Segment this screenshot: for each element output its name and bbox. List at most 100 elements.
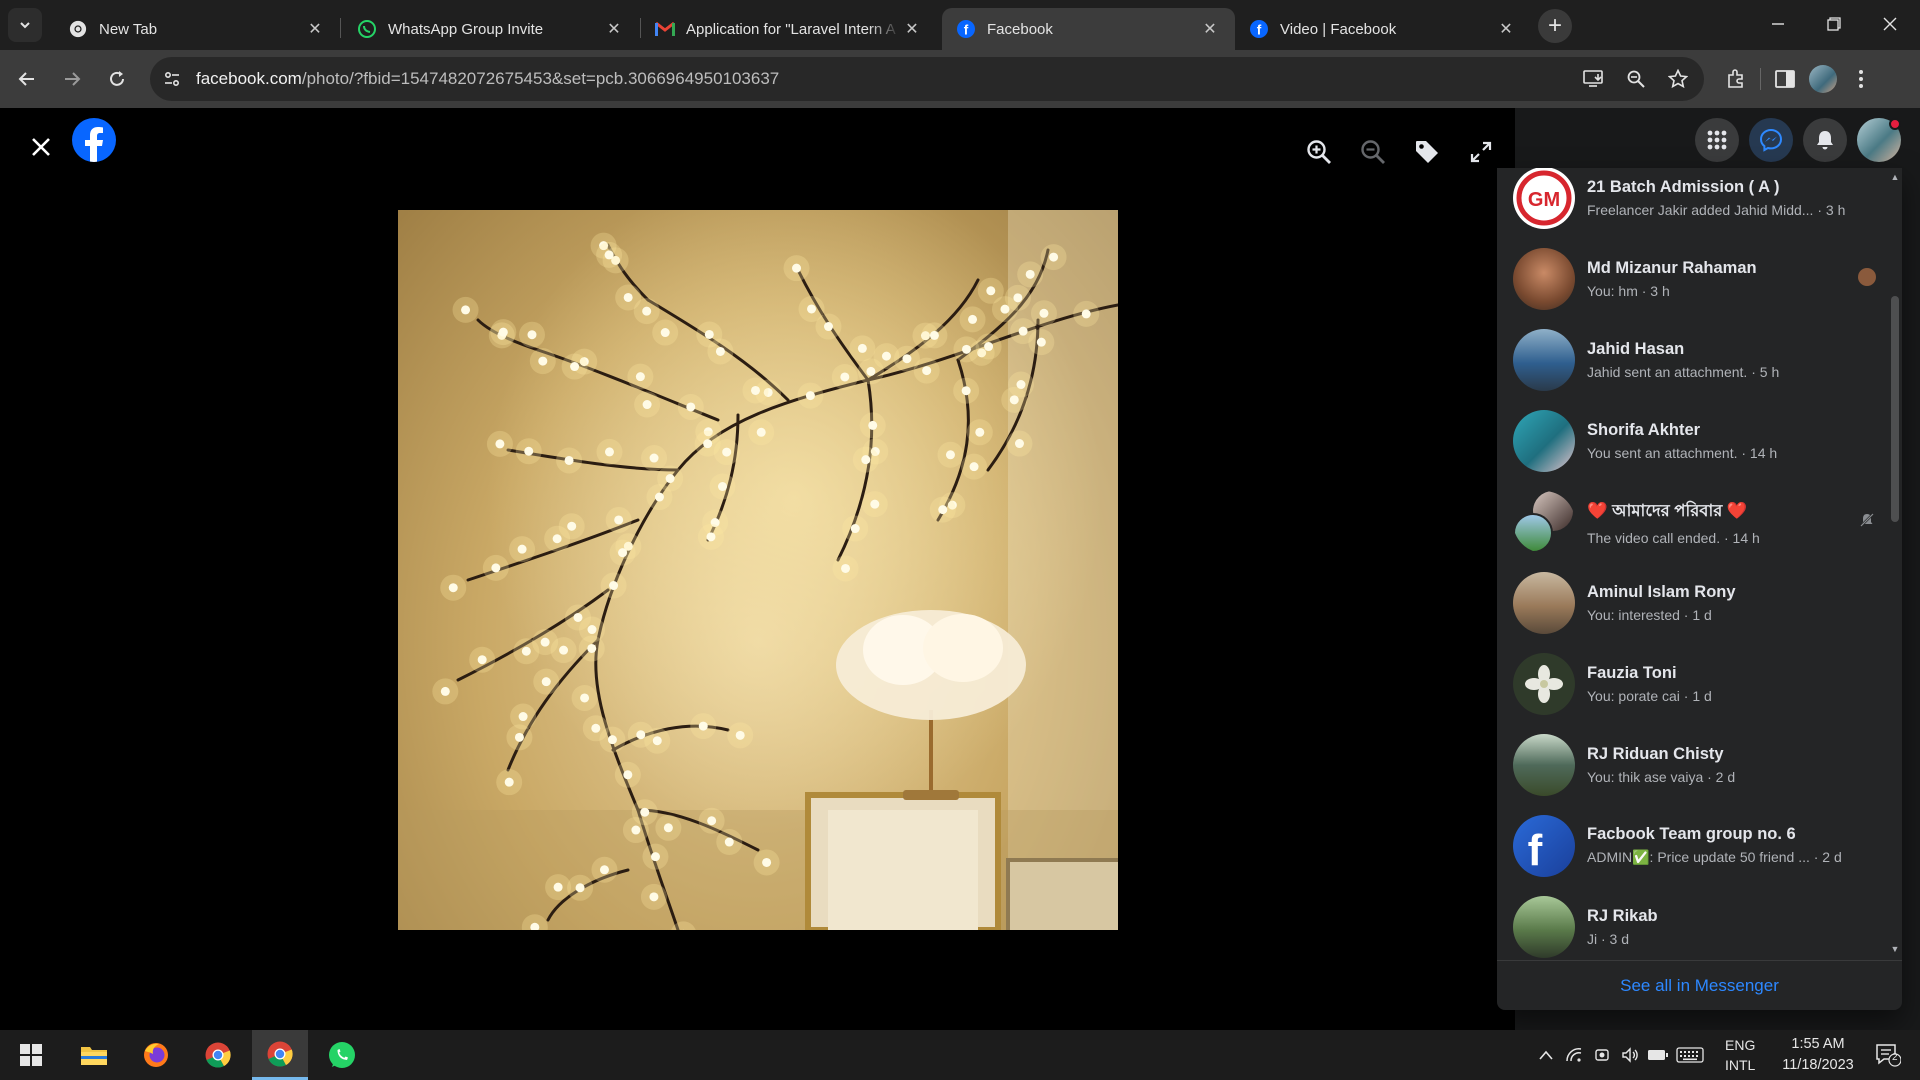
fairy-light — [868, 420, 878, 430]
input-language[interactable]: ENG INTL — [1725, 1030, 1755, 1080]
fairy-light — [823, 322, 833, 332]
chat-list-scrollbar[interactable]: ▲ ▼ — [1888, 168, 1902, 960]
tab-whatsapp-invite[interactable]: WhatsApp Group Invite ✕ — [343, 8, 639, 50]
close-viewer-button[interactable] — [24, 130, 58, 164]
install-app-icon[interactable] — [1578, 63, 1610, 95]
clock[interactable]: 1:55 AM 11/18/2023 — [1768, 1030, 1868, 1080]
profile-avatar[interactable] — [1809, 65, 1837, 93]
fairy-light — [961, 386, 971, 396]
tab-close-icon[interactable]: ✕ — [1199, 18, 1221, 40]
svg-text:f: f — [1528, 826, 1543, 875]
chat-preview: You sent an attachment. · 14 h — [1587, 444, 1778, 461]
back-button[interactable] — [9, 61, 45, 97]
forward-button[interactable] — [54, 61, 90, 97]
show-hidden-icons-icon[interactable] — [1532, 1030, 1560, 1080]
side-panel-icon[interactable] — [1769, 63, 1801, 95]
fairy-light — [762, 857, 772, 867]
chat-name: Fauzia Toni — [1587, 663, 1677, 682]
action-center-button[interactable]: 2 — [1866, 1030, 1910, 1080]
chat-item-jahid-hasan[interactable]: Jahid Hasan Jahid sent an attachment. · … — [1505, 319, 1880, 400]
taskbar-chrome[interactable] — [190, 1030, 246, 1080]
tag-photo-button[interactable] — [1407, 132, 1447, 172]
chat-item-aminul-islam-rony[interactable]: Aminul Islam Rony You: interested · 1 d — [1505, 562, 1880, 643]
seen-avatar-icon — [1858, 268, 1876, 286]
scrollbar-thumb[interactable] — [1891, 296, 1899, 522]
chat-item-21-batch-admission[interactable]: GM 21 Batch Admission ( A ) Freelancer J… — [1505, 168, 1880, 238]
new-tab-button[interactable]: + — [1538, 9, 1572, 43]
tab-facebook[interactable]: f Facebook ✕ — [942, 8, 1235, 50]
tab-close-icon[interactable]: ✕ — [304, 18, 326, 40]
messenger-button[interactable] — [1749, 118, 1793, 162]
fairy-light — [707, 816, 717, 826]
volume-icon[interactable] — [1616, 1030, 1644, 1080]
reload-button[interactable] — [99, 61, 135, 97]
zoom-in-button[interactable] — [1299, 132, 1339, 172]
fairy-light — [866, 366, 876, 376]
more-menu-icon[interactable] — [1845, 63, 1877, 95]
start-button[interactable] — [3, 1030, 59, 1080]
tab-new-tab[interactable]: New Tab ✕ — [54, 8, 340, 50]
scroll-up-icon[interactable]: ▲ — [1890, 172, 1900, 182]
extensions-icon[interactable] — [1720, 63, 1752, 95]
tab-video-facebook[interactable]: f Video | Facebook ✕ — [1235, 8, 1531, 50]
taskbar-file-explorer[interactable] — [66, 1030, 122, 1080]
battery-icon[interactable] — [1644, 1030, 1672, 1080]
chat-avatar — [1513, 247, 1575, 310]
restore-button[interactable] — [1806, 0, 1862, 48]
chat-item-rj-riduan-chisty[interactable]: RJ Riduan Chisty You: thik ase vaiya · 2… — [1505, 724, 1880, 805]
keyboard-icon[interactable] — [1672, 1030, 1708, 1080]
firefox-icon — [144, 1043, 168, 1067]
fairy-light — [567, 521, 577, 531]
fairy-light — [922, 366, 932, 376]
fairy-light — [521, 646, 531, 656]
taskbar-chrome-active[interactable] — [252, 1030, 308, 1080]
scroll-down-icon[interactable]: ▼ — [1890, 944, 1900, 954]
notifications-button[interactable] — [1803, 118, 1847, 162]
fairy-light — [703, 439, 713, 449]
close-icon — [1883, 17, 1897, 31]
fairy-light — [635, 372, 645, 382]
camera-usage-icon[interactable] — [1588, 1030, 1616, 1080]
facebook-icon: f — [1249, 19, 1269, 39]
tab-gmail-application[interactable]: Application for "Laravel Intern A ✕ — [641, 8, 937, 50]
window-close-button[interactable] — [1862, 0, 1918, 48]
site-info-icon[interactable] — [156, 63, 188, 95]
facebook-logo[interactable] — [72, 118, 116, 162]
fairy-light — [969, 462, 979, 472]
chat-item-family-group[interactable]: ❤️ আমাদের পরিবার ❤️ The video call ended… — [1505, 481, 1880, 562]
post-photo[interactable] — [398, 210, 1118, 930]
minimize-button[interactable] — [1750, 0, 1806, 48]
address-bar[interactable]: facebook.com/photo/?fbid=154748207267545… — [150, 57, 1704, 101]
fairy-light — [686, 402, 696, 412]
chat-item-shorifa-akhter[interactable]: Shorifa Akhter You sent an attachment. ·… — [1505, 400, 1880, 481]
fairy-light — [704, 329, 714, 339]
fullscreen-button[interactable] — [1461, 132, 1501, 172]
fairy-light — [660, 328, 670, 338]
chat-item-md-mizanur-rahaman[interactable]: Md Mizanur Rahaman You: hm · 3 h — [1505, 238, 1880, 319]
notification-count: 2 — [1892, 1052, 1898, 1063]
chat-item-facbook-team-group[interactable]: f Facbook Team group no. 6 ADMIN✅: Price… — [1505, 805, 1880, 886]
see-all-in-messenger-link[interactable]: See all in Messenger — [1497, 960, 1902, 1010]
tab-close-icon[interactable]: ✕ — [603, 18, 625, 40]
tab-search-button[interactable] — [8, 8, 42, 42]
fairy-light — [698, 721, 708, 731]
taskbar-whatsapp[interactable] — [314, 1030, 370, 1080]
chat-item-rj-rikab[interactable]: RJ Rikab Ji · 3 d — [1505, 886, 1880, 967]
fairy-light — [881, 351, 891, 361]
tab-title: WhatsApp Group Invite — [388, 20, 544, 38]
tab-close-icon[interactable]: ✕ — [901, 18, 923, 40]
fairy-light — [1009, 395, 1019, 405]
network-icon[interactable] — [1560, 1030, 1588, 1080]
zoom-icon[interactable] — [1620, 63, 1652, 95]
fairy-light — [975, 427, 985, 437]
zoom-out-button[interactable] — [1353, 132, 1393, 172]
menu-button[interactable] — [1695, 118, 1739, 162]
tab-close-icon[interactable]: ✕ — [1495, 18, 1517, 40]
fairy-light — [706, 532, 716, 542]
account-avatar[interactable] — [1857, 118, 1901, 162]
chat-item-fauzia-toni[interactable]: Fauzia Toni You: porate cai · 1 d — [1505, 643, 1880, 724]
taskbar-firefox[interactable] — [128, 1030, 184, 1080]
fairy-light — [650, 852, 660, 862]
bookmark-star-icon[interactable] — [1662, 63, 1694, 95]
chat-avatar — [1513, 571, 1575, 634]
